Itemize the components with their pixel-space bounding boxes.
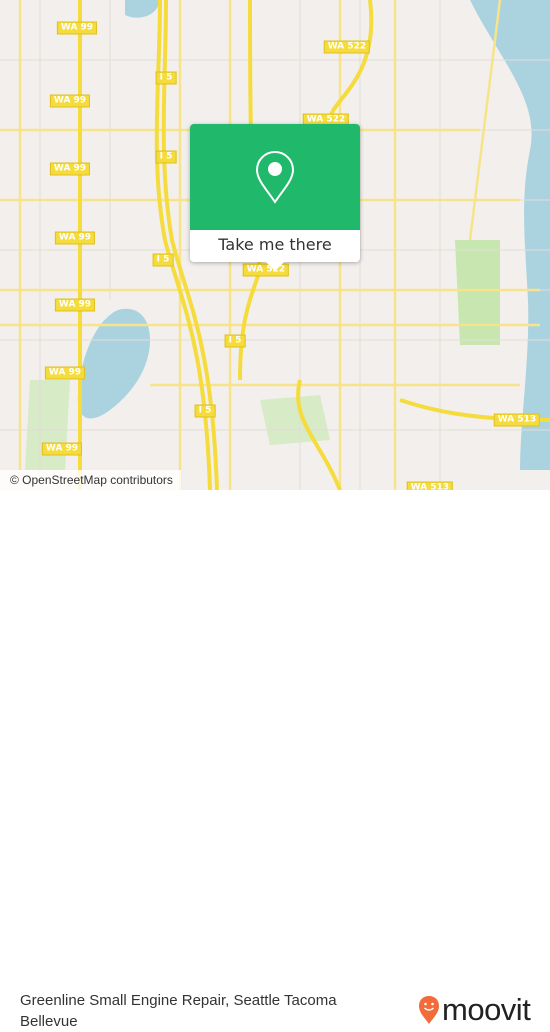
moovit-pin-icon <box>419 996 439 1024</box>
map-pin-icon <box>255 150 295 204</box>
route-shield: WA 99 <box>56 21 98 35</box>
moovit-logo: moovit <box>418 992 531 1027</box>
take-me-there-button[interactable]: Take me there <box>190 230 360 262</box>
route-shield: I 5 <box>152 253 174 267</box>
lake-washington <box>470 0 550 470</box>
route-shield: WA 99 <box>41 442 83 456</box>
route-shield: WA 513 <box>406 481 454 490</box>
route-shield: I 5 <box>155 150 177 164</box>
footer: Greenline Small Engine Repair, Seattle T… <box>0 490 550 1030</box>
route-shield: WA 99 <box>49 162 91 176</box>
brand-name: moovit <box>442 992 531 1027</box>
popup-caret <box>266 262 284 271</box>
park <box>260 395 330 445</box>
park <box>25 380 70 470</box>
route-shield: I 5 <box>155 71 177 85</box>
destination-popup: Take me there <box>190 124 360 262</box>
popup-header <box>190 124 360 230</box>
route-shield: WA 522 <box>323 40 371 54</box>
route-shield: WA 99 <box>49 94 91 108</box>
haller-lake <box>125 0 160 18</box>
route-shield: I 5 <box>224 334 246 348</box>
route-shield: WA 99 <box>54 298 96 312</box>
park <box>455 240 500 345</box>
place-title: Greenline Small Engine Repair, Seattle T… <box>20 992 337 1030</box>
route-shield: I 5 <box>194 404 216 418</box>
route-shield: WA 99 <box>44 366 86 380</box>
map-attribution[interactable]: © OpenStreetMap contributors <box>0 470 181 490</box>
route-shield: WA 99 <box>54 231 96 245</box>
route-shield: WA 513 <box>493 413 541 427</box>
